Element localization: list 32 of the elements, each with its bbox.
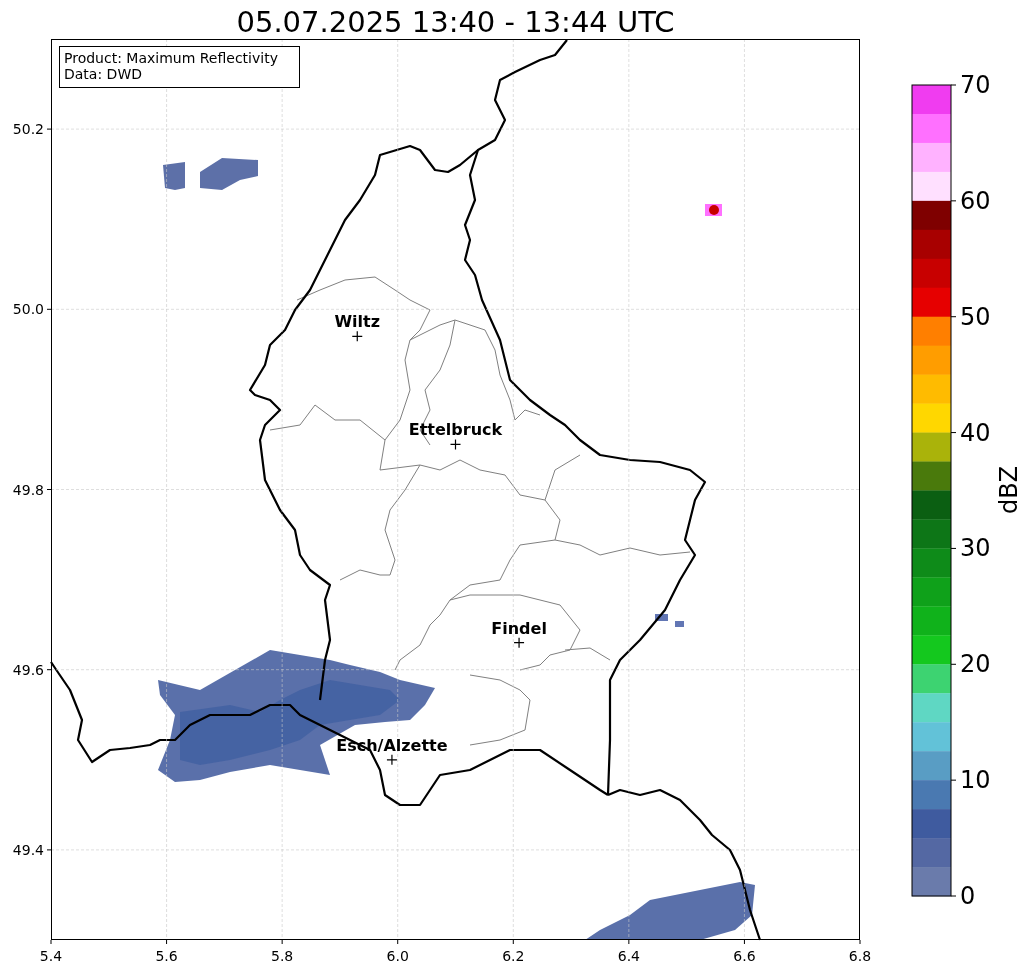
city-marker [386,754,398,766]
legend-text: Data: DWD [64,66,142,82]
axis-tick-label: 6.4 [617,948,640,964]
axis-tick-label: 50.0 [12,301,44,318]
city-label: Findel [491,618,547,638]
colorbar-label: dBZ [995,465,1023,515]
colorbar-tick-label: 60 [960,186,991,215]
axis-tick-label: 6.6 [733,948,756,964]
colorbar-tick-label: 40 [960,418,991,447]
colorbar-tick-label: 20 [960,650,991,679]
colorbar-tick-label: 50 [960,302,991,331]
colorbar-tick-label: 0 [960,882,976,910]
city-label: Ettelbruck [408,420,503,440]
colorbar-tick-label: 30 [960,534,991,563]
axis-tick-label: 49.8 [12,481,44,498]
city-marker [513,637,525,649]
axis-tick-label: 6.8 [848,948,872,964]
legend-text: Product: Maximum Reflectivity [64,50,278,66]
colorbar-tick-label: 10 [960,766,991,795]
chart-title: 05.07.2025 13:40 - 13:44 UTC [236,5,675,39]
axis-tick-label: 49.6 [12,661,44,678]
axis-tick-label: 49.4 [12,841,44,858]
colorbar-tick-label: 70 [960,71,991,99]
axis-tick-label: 50.2 [12,121,44,138]
axis-tick-label: 6.0 [386,948,409,964]
axis-tick-label: 5.4 [39,948,63,964]
axis-tick-label: 5.8 [271,948,294,964]
city-marker [351,330,363,342]
city-label: Wiltz [334,312,381,332]
axis-tick-label: 6.2 [502,948,525,964]
city-marker [449,438,462,451]
axis-tick-label: 5.6 [155,948,178,964]
